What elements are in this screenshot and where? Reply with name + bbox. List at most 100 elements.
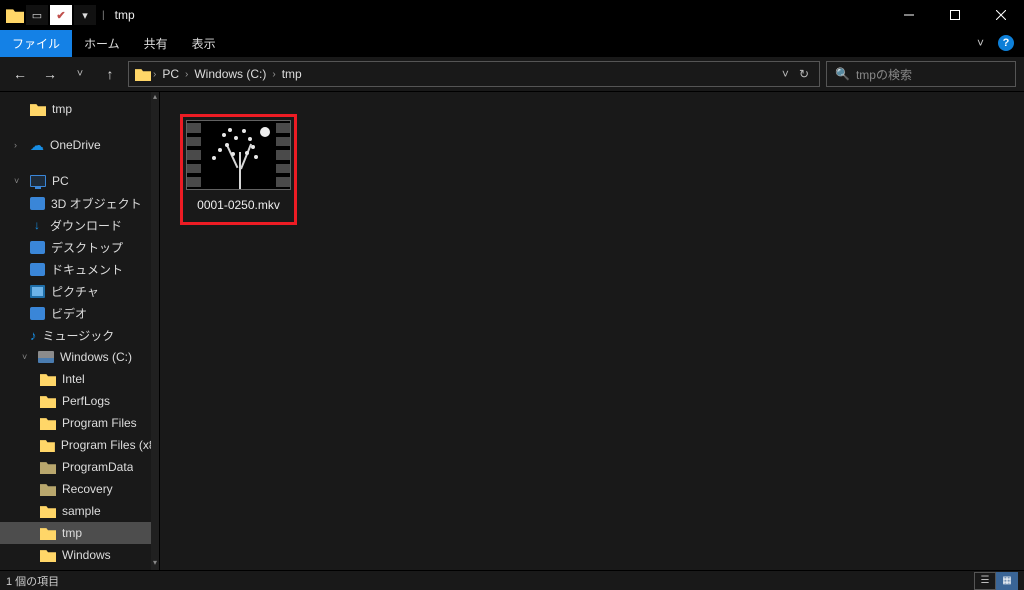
folder-icon xyxy=(40,372,56,386)
nav-back-button[interactable]: ← xyxy=(8,62,32,86)
chevron-right-icon[interactable]: › xyxy=(185,69,188,80)
tree-sample[interactable]: sample xyxy=(0,500,159,522)
refresh-button[interactable]: ↻ xyxy=(795,67,813,81)
drive-icon xyxy=(38,351,54,363)
chevron-right-icon[interactable]: › xyxy=(153,69,156,80)
folder-icon xyxy=(40,438,55,452)
folder-icon xyxy=(30,102,46,116)
scrollbar-down-icon[interactable]: ▾ xyxy=(151,558,159,570)
minimize-button[interactable] xyxy=(886,0,932,30)
objects-icon xyxy=(30,197,45,210)
tree-label: ミュージック xyxy=(43,327,115,344)
folder-icon xyxy=(6,7,24,23)
tree-pc[interactable]: ˅ PC xyxy=(0,170,159,192)
view-details-button[interactable]: ☰ xyxy=(974,572,996,590)
maximize-button[interactable] xyxy=(932,0,978,30)
qat-separator: | xyxy=(98,10,109,21)
tree-videos[interactable]: ビデオ xyxy=(0,302,159,324)
window-title: tmp xyxy=(115,8,135,22)
scrollbar-up-icon[interactable]: ▴ xyxy=(151,92,159,104)
tree-label: PC xyxy=(52,174,69,188)
search-input[interactable]: 🔍 tmpの検索 xyxy=(826,61,1016,87)
tree-label: tmp xyxy=(62,526,82,540)
tree-desktop[interactable]: デスクトップ xyxy=(0,236,159,258)
tree-3d-objects[interactable]: 3D オブジェクト xyxy=(0,192,159,214)
cloud-icon: ☁ xyxy=(30,138,44,152)
moon-icon xyxy=(260,127,270,137)
qat-button-1[interactable]: ▭ xyxy=(26,5,48,25)
qat-button-2[interactable]: ✔ xyxy=(50,5,72,25)
tree-onedrive[interactable]: › ☁ OneDrive xyxy=(0,134,159,156)
qat-customize-dropdown[interactable]: ▾ xyxy=(74,5,96,25)
tree-recovery[interactable]: Recovery xyxy=(0,478,159,500)
view-large-icons-button[interactable]: ▦ xyxy=(996,572,1018,590)
tree-label: Intel xyxy=(62,372,85,386)
tree-label: ビデオ xyxy=(51,305,87,322)
video-icon xyxy=(30,307,45,320)
tab-share[interactable]: 共有 xyxy=(132,30,180,57)
download-icon: ↓ xyxy=(30,218,44,232)
breadcrumb-tmp[interactable]: tmp xyxy=(278,67,306,81)
file-item[interactable]: 0001-0250.mkv xyxy=(180,114,297,225)
breadcrumb-pc[interactable]: PC xyxy=(158,67,183,81)
tab-file[interactable]: ファイル xyxy=(0,30,72,57)
ribbon-tabs: ファイル ホーム 共有 表示 ˅ ? xyxy=(0,30,1024,56)
chevron-right-icon[interactable]: › xyxy=(272,69,275,80)
window-controls xyxy=(886,0,1024,30)
nav-recent-button[interactable]: ˅ xyxy=(68,62,92,86)
tree-music[interactable]: ♪ミュージック xyxy=(0,324,159,346)
tree-documents[interactable]: ドキュメント xyxy=(0,258,159,280)
folder-icon xyxy=(40,416,56,430)
title-bar: ▭ ✔ ▾ | tmp xyxy=(0,0,1024,30)
tree-label: デスクトップ xyxy=(51,239,123,256)
close-button[interactable] xyxy=(978,0,1024,30)
folder-icon xyxy=(40,548,56,562)
tab-home[interactable]: ホーム xyxy=(72,30,132,57)
tree-downloads[interactable]: ↓ダウンロード xyxy=(0,214,159,236)
tree-drive-c[interactable]: ˅ Windows (C:) xyxy=(0,346,159,368)
tab-view[interactable]: 表示 xyxy=(180,30,228,57)
tree-pictures[interactable]: ピクチャ xyxy=(0,280,159,302)
chevron-down-icon[interactable]: ˅ xyxy=(22,352,32,362)
nav-forward-button[interactable]: → xyxy=(38,62,62,86)
status-bar: 1 個の項目 ☰ ▦ xyxy=(0,570,1024,590)
folder-icon xyxy=(40,460,56,474)
body: ▴ ▾ tmp › ☁ OneDrive ˅ PC 3D オブジェクト ↓ダウン… xyxy=(0,92,1024,570)
breadcrumb-drive[interactable]: Windows (C:) xyxy=(190,67,270,81)
film-strip-icon xyxy=(276,121,290,189)
content-pane[interactable]: 0001-0250.mkv xyxy=(160,92,1024,570)
navigation-pane[interactable]: ▴ ▾ tmp › ☁ OneDrive ˅ PC 3D オブジェクト ↓ダウン… xyxy=(0,92,160,570)
video-thumbnail xyxy=(186,120,291,190)
tree-programfiles[interactable]: Program Files xyxy=(0,412,159,434)
folder-icon xyxy=(40,394,56,408)
quick-access-toolbar: ▭ ✔ ▾ | xyxy=(0,5,109,25)
navigation-row: ← → ˅ ↑ › PC › Windows (C:) › tmp ˅ ↻ 🔍 … xyxy=(0,56,1024,92)
nav-up-button[interactable]: ↑ xyxy=(98,62,122,86)
thumbnail-image xyxy=(201,121,276,189)
ribbon-collapse-icon[interactable]: ˅ xyxy=(977,36,984,50)
chevron-down-icon[interactable]: ˅ xyxy=(14,176,24,186)
tree-label: Windows (C:) xyxy=(60,350,132,364)
address-history-dropdown[interactable]: ˅ xyxy=(778,67,793,81)
chevron-right-icon[interactable]: › xyxy=(14,140,24,150)
file-name-label: 0001-0250.mkv xyxy=(186,198,291,212)
folder-icon xyxy=(40,526,56,540)
folder-icon xyxy=(40,482,56,496)
tree-label: ProgramData xyxy=(62,460,133,474)
tree-label: PerfLogs xyxy=(62,394,110,408)
tree-label: Program Files (x86) xyxy=(61,438,159,452)
film-strip-icon xyxy=(187,121,201,189)
tree-label: Program Files xyxy=(62,416,137,430)
tree-perflogs[interactable]: PerfLogs xyxy=(0,390,159,412)
help-icon[interactable]: ? xyxy=(998,35,1014,51)
address-bar[interactable]: › PC › Windows (C:) › tmp ˅ ↻ xyxy=(128,61,820,87)
tree-intel[interactable]: Intel xyxy=(0,368,159,390)
pc-icon xyxy=(30,175,46,187)
tree-windows[interactable]: Windows xyxy=(0,544,159,566)
tree-quick-tmp[interactable]: tmp xyxy=(0,98,159,120)
tree-programdata[interactable]: ProgramData xyxy=(0,456,159,478)
tree-tmp[interactable]: tmp xyxy=(0,522,159,544)
address-folder-icon xyxy=(135,67,151,81)
tree-programfilesx86[interactable]: Program Files (x86) xyxy=(0,434,159,456)
desktop-icon xyxy=(30,241,45,254)
